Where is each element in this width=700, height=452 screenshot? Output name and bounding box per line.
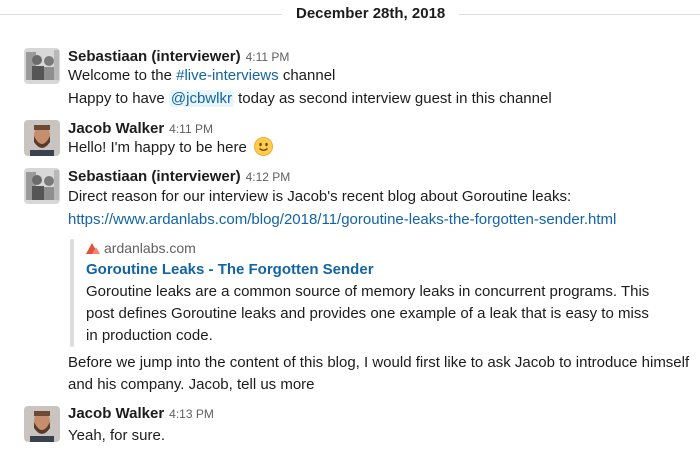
author-name[interactable]: Jacob Walker: [68, 120, 164, 137]
attachment-description: Goroutine leaks are a common source of m…: [86, 283, 650, 300]
message-line: Hello! I'm happy to be here: [68, 137, 273, 159]
author-name[interactable]: Jacob Walker: [68, 405, 164, 422]
timestamp[interactable]: 4:11 PM: [169, 122, 213, 136]
user-mention[interactable]: @jcbwlkr: [168, 90, 234, 107]
text: today as second interview guest in this …: [233, 90, 552, 107]
message-header: Jacob Walker 4:13 PM: [68, 405, 214, 423]
message-line: and his company. Jacob, tell us more: [68, 376, 315, 393]
attachment-title-link[interactable]: Goroutine Leaks - The Forgotten Sender: [86, 261, 374, 278]
attachment-bar: [70, 239, 74, 347]
message-line: Before we jump into the content of this …: [68, 354, 690, 371]
ardanlabs-logo-icon: [86, 243, 100, 254]
message-header: Sebastiaan (interviewer) 4:11 PM: [68, 48, 289, 66]
author-name[interactable]: Sebastiaan (interviewer): [68, 48, 241, 65]
site-name: ardanlabs.com: [104, 240, 196, 256]
avatar-image: [24, 168, 60, 204]
attachment-description: in production code.: [86, 327, 213, 344]
message-line: Direct reason for our interview is Jacob…: [68, 188, 572, 205]
text: Hello! I'm happy to be here: [68, 139, 247, 156]
channel-link[interactable]: #live-interviews: [176, 67, 279, 84]
avatar[interactable]: [24, 168, 60, 204]
message-line: Yeah, for sure.: [68, 427, 166, 444]
slightly-smiling-face-icon[interactable]: [253, 137, 273, 156]
text: Welcome to the: [68, 67, 177, 84]
date-divider-label[interactable]: December 28th, 2018: [282, 3, 460, 24]
author-name[interactable]: Sebastiaan (interviewer): [68, 168, 241, 185]
timestamp[interactable]: 4:12 PM: [246, 170, 291, 184]
avatar[interactable]: [24, 48, 60, 84]
text: channel: [278, 67, 336, 84]
avatar-image: [24, 48, 60, 84]
date-divider: December 28th, 2018: [0, 0, 700, 28]
text: Happy to have: [68, 90, 169, 107]
blog-url-link[interactable]: https://www.ardanlabs.com/blog/2018/11/g…: [68, 209, 616, 231]
message-header: Jacob Walker 4:11 PM: [68, 120, 213, 138]
avatar-image: [24, 406, 60, 442]
message-header: Sebastiaan (interviewer) 4:12 PM: [68, 168, 290, 186]
message-line: Welcome to the #live-interviews channel: [68, 65, 335, 87]
timestamp[interactable]: 4:11 PM: [246, 50, 290, 64]
avatar-image: [24, 120, 60, 156]
message-line: Happy to have @jcbwlkr today as second i…: [68, 88, 552, 110]
attachment-description: post defines Goroutine leaks and provide…: [86, 305, 649, 322]
avatar[interactable]: [24, 406, 60, 442]
attachment-site[interactable]: ardanlabs.com: [86, 240, 196, 256]
timestamp[interactable]: 4:13 PM: [169, 407, 214, 421]
avatar[interactable]: [24, 120, 60, 156]
